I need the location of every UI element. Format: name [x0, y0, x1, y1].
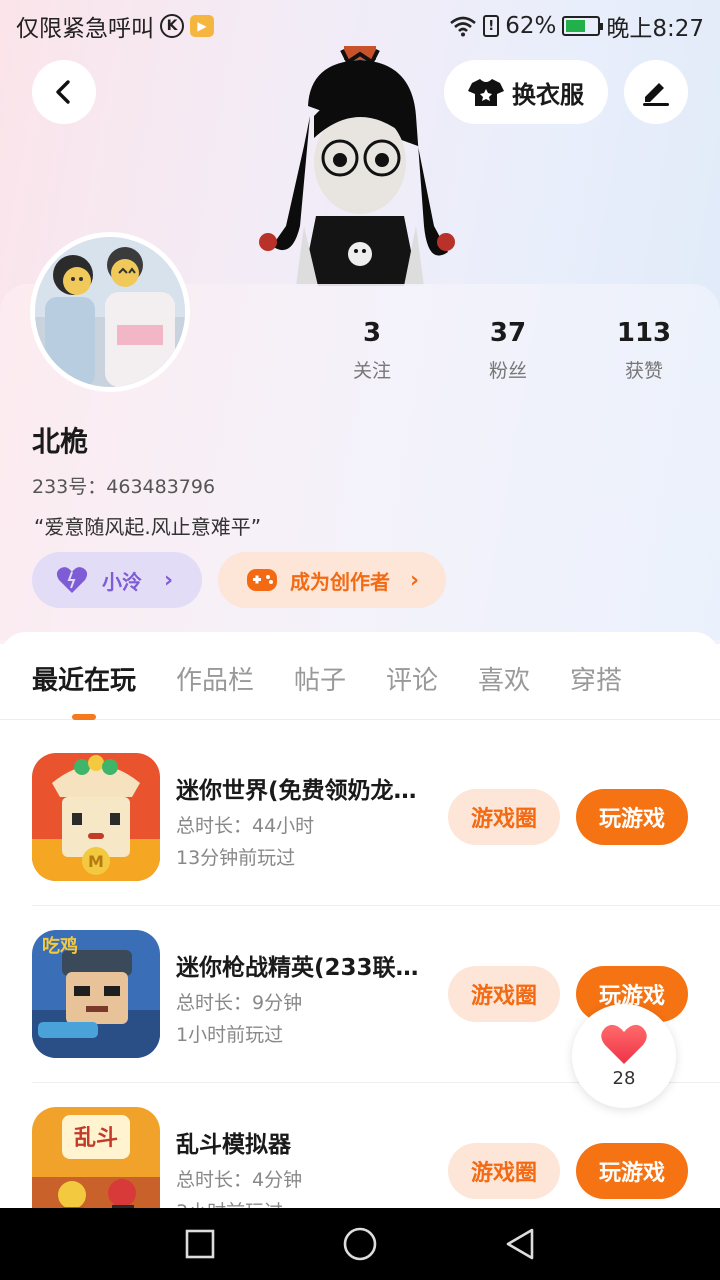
active-tab-indicator	[72, 714, 96, 720]
change-outfit-button[interactable]: 换衣服	[444, 60, 608, 124]
game-circle-button[interactable]: 游戏圈	[448, 966, 560, 1022]
character-avatar-figure[interactable]	[248, 46, 472, 286]
tshirt-icon	[468, 79, 504, 106]
game-last-played: 1小时前玩过	[176, 1024, 284, 1046]
game-last-played: 3小时前玩过	[176, 1197, 283, 1208]
edit-profile-button[interactable]	[624, 60, 688, 124]
back-button[interactable]	[32, 60, 96, 124]
system-nav-bar	[0, 1208, 720, 1280]
friend-pill[interactable]: 小泠 ›	[32, 552, 202, 608]
circle-icon	[343, 1227, 377, 1261]
like-count: 28	[612, 1067, 636, 1089]
user-bio: “爱意随风起.风止意难平”	[34, 515, 262, 539]
game-icon-mini-world[interactable]: M	[32, 753, 160, 881]
status-bar: 仅限紧急呼叫 K ▶ ! 62% 晚上8:27	[0, 0, 720, 50]
game-title: 迷你枪战精英(233联…	[176, 955, 419, 981]
k-icon: K	[160, 14, 184, 38]
play-game-button[interactable]: 玩游戏	[576, 1143, 688, 1199]
followers-count: 37	[489, 318, 527, 348]
game-circle-button[interactable]: 游戏圈	[448, 789, 560, 845]
list-item[interactable]: M 迷你世界(免费领奶龙… 总时长：44小时 13分钟前玩过 游戏圈 玩游戏	[32, 753, 720, 929]
tab-bar: 最近在玩 作品栏 帖子 评论 喜欢 穿搭	[0, 632, 720, 720]
likes-count: 113	[616, 318, 672, 348]
game-icon-text: 乱斗	[74, 1126, 118, 1151]
heart-icon	[601, 1024, 647, 1064]
heart-icon	[56, 567, 88, 593]
game-icon-text: M	[88, 852, 104, 871]
triangle-back-icon	[506, 1228, 534, 1260]
chevron-left-icon	[56, 80, 70, 104]
tab-works[interactable]: 作品栏	[176, 660, 254, 697]
pencil-icon	[643, 83, 669, 106]
followers-stat[interactable]: 37 粉丝	[448, 318, 568, 383]
game-last-played: 13分钟前玩过	[176, 847, 296, 869]
likes-stat[interactable]: 113 获赞	[584, 318, 704, 383]
following-label: 关注	[352, 360, 391, 382]
tab-recently-played[interactable]: 最近在玩	[32, 660, 136, 697]
game-title: 迷你世界(免费领奶龙…	[176, 778, 417, 804]
game-circle-button[interactable]: 游戏圈	[448, 1143, 560, 1199]
username: 北桅	[32, 425, 89, 458]
change-outfit-label: 换衣服	[512, 80, 584, 109]
user-id: 233号：463483796	[32, 476, 216, 498]
square-icon	[185, 1229, 215, 1259]
divider	[32, 905, 720, 906]
clock: 晚上8:27	[606, 16, 704, 42]
home-button[interactable]	[342, 1226, 378, 1262]
game-icon-mini-gun-war[interactable]: 吃鸡	[32, 930, 160, 1058]
game-duration: 总时长：9分钟	[176, 992, 303, 1014]
likes-label: 获赞	[624, 360, 663, 382]
game-icon-text: 吃鸡	[42, 935, 78, 957]
tab-posts[interactable]: 帖子	[294, 660, 346, 697]
chevron-right-icon: ›	[410, 567, 420, 593]
following-stat[interactable]: 3 关注	[312, 318, 432, 383]
system-back-button[interactable]	[502, 1226, 538, 1262]
sim-alert-icon: !	[483, 15, 500, 37]
friend-pill-label: 小泠	[102, 569, 142, 594]
play-game-button[interactable]: 玩游戏	[576, 789, 688, 845]
avatar[interactable]	[30, 232, 190, 392]
battery-level	[566, 20, 585, 32]
become-creator-button[interactable]: 成为创作者 ›	[218, 552, 446, 608]
tab-outfits[interactable]: 穿搭	[570, 660, 622, 697]
game-title: 乱斗模拟器	[176, 1132, 291, 1158]
recents-button[interactable]	[182, 1226, 218, 1262]
game-icon-brawl-simulator[interactable]: 乱斗	[32, 1107, 160, 1208]
followers-label: 粉丝	[488, 360, 527, 382]
game-duration: 总时长：4分钟	[176, 1169, 303, 1191]
list-item[interactable]: 乱斗 乱斗模拟器 总时长：4分钟 3小时前玩过 游戏圈 玩游戏	[32, 1107, 720, 1208]
chevron-right-icon: ›	[164, 567, 174, 593]
become-creator-label: 成为创作者	[290, 569, 390, 594]
battery-icon	[562, 16, 604, 36]
tab-likes[interactable]: 喜欢	[478, 660, 530, 697]
following-count: 3	[362, 318, 382, 348]
play-store-icon: ▶	[190, 15, 214, 37]
battery-percent: 62%	[505, 13, 557, 39]
like-button[interactable]: 28	[572, 1004, 676, 1108]
profile-photo	[35, 237, 185, 387]
game-duration: 总时长：44小时	[176, 815, 315, 837]
tab-comments[interactable]: 评论	[386, 660, 438, 697]
wifi-icon	[450, 16, 477, 37]
gamepad-icon	[247, 569, 277, 591]
carrier-text: 仅限紧急呼叫	[16, 16, 154, 42]
